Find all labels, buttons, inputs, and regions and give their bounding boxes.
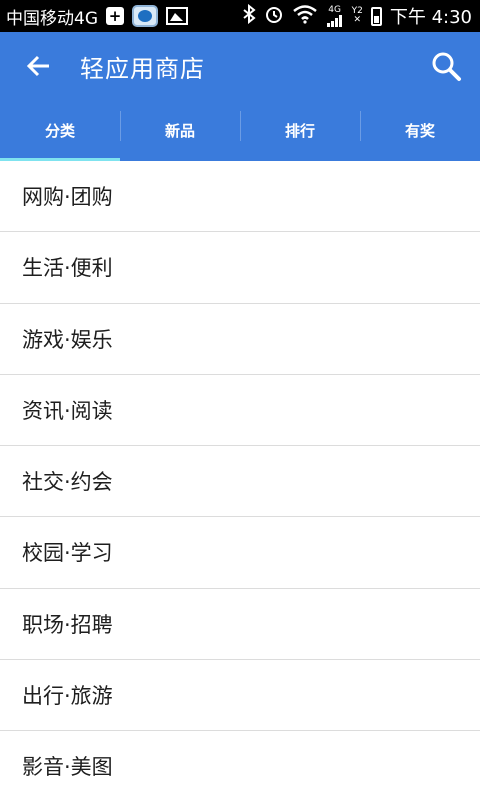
alarm-icon — [264, 4, 284, 28]
plus-notification-icon: + — [106, 7, 124, 25]
list-item[interactable]: 出行·旅游 — [0, 660, 480, 731]
app-notification-icon — [132, 5, 158, 27]
network-type-label: 4G — [326, 4, 344, 27]
category-list: 网购·团购 生活·便利 游戏·娱乐 资讯·阅读 社交·约会 校园·学习 职场·招… — [0, 161, 480, 800]
tab-ranking[interactable]: 排行 — [240, 100, 360, 161]
list-item[interactable]: 影音·美图 — [0, 731, 480, 800]
list-item[interactable]: 校园·学习 — [0, 517, 480, 589]
tab-new[interactable]: 新品 — [120, 100, 240, 161]
search-button[interactable] — [428, 48, 464, 84]
wifi-icon — [292, 4, 318, 28]
list-item[interactable]: 职场·招聘 — [0, 589, 480, 660]
tab-rewards[interactable]: 有奖 — [360, 100, 480, 161]
image-notification-icon — [166, 7, 188, 25]
list-item[interactable]: 生活·便利 — [0, 232, 480, 304]
arrow-left-icon — [26, 55, 49, 77]
search-icon — [432, 52, 461, 81]
bluetooth-icon — [242, 3, 256, 28]
page-title: 轻应用商店 — [80, 54, 205, 83]
list-item[interactable]: 网购·团购 — [0, 161, 480, 233]
back-button[interactable] — [22, 49, 56, 83]
list-item[interactable]: 社交·约会 — [0, 446, 480, 518]
network-type-text: 4G — [328, 4, 341, 15]
status-bar: 中国移动4G + 4G Y2 ✕ 下午 4:30 — [0, 0, 480, 32]
sim2-indicator: Y2 ✕ — [352, 7, 363, 25]
status-right: 4G Y2 ✕ 下午 4:30 — [242, 3, 472, 29]
carrier-label: 中国移动4G — [6, 8, 98, 29]
clock: 下午 4:30 — [389, 7, 472, 28]
tab-category[interactable]: 分类 — [0, 100, 120, 161]
status-left: 中国移动4G + — [6, 4, 188, 29]
list-item[interactable]: 资讯·阅读 — [0, 375, 480, 446]
app-bar: 轻应用商店 — [0, 32, 480, 100]
signal-icon — [326, 14, 342, 27]
list-item[interactable]: 游戏·娱乐 — [0, 304, 480, 375]
no-signal-icon: ✕ — [353, 15, 361, 25]
battery-icon — [370, 6, 382, 26]
tab-bar: 分类 新品 排行 有奖 — [0, 100, 480, 161]
